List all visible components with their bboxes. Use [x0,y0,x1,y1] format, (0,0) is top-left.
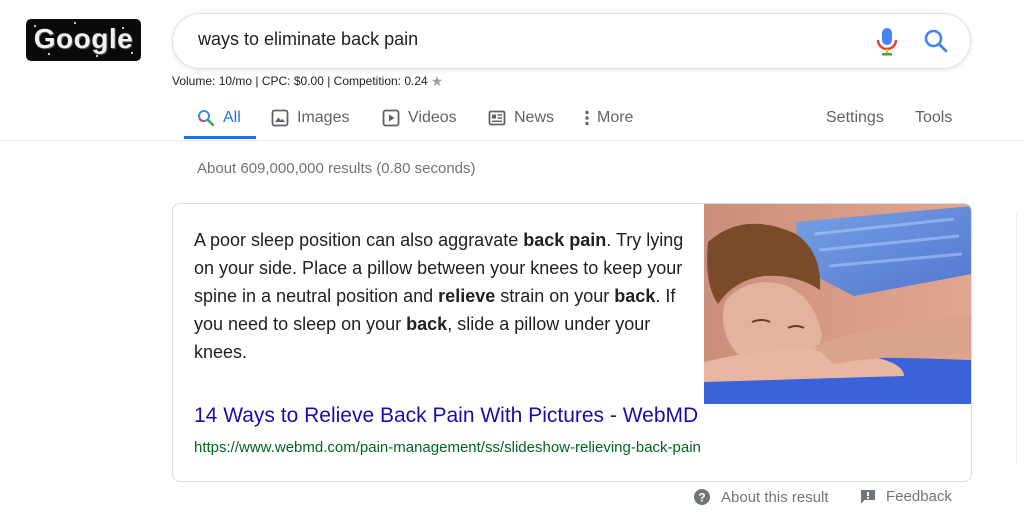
svg-text:?: ? [698,490,705,504]
header-divider [0,140,1024,141]
tab-all[interactable]: All [197,96,241,140]
google-doodle-logo[interactable]: Google [26,19,141,61]
search-input[interactable] [198,29,838,50]
logo-text: Google [33,23,134,54]
feedback-icon [860,489,876,505]
result-url[interactable]: https://www.webmd.com/pain-management/ss… [194,439,701,456]
active-tab-indicator [184,136,256,139]
tab-videos[interactable]: Videos [382,96,457,140]
feedback-label: Feedback [886,488,952,505]
keyword-stats: Volume: 10/mo | CPC: $0.00 | Competition… [172,73,443,90]
search-icon [197,109,215,127]
snippet-text: A poor sleep position can also aggravate… [194,226,684,366]
snippet-text-bold: back pain [523,230,607,250]
snippet-text-bold: back [406,314,448,334]
play-icon [382,109,400,127]
right-panel-border [1016,213,1017,463]
more-vert-icon [584,109,590,127]
tab-label: News [514,109,555,126]
about-label: About this result [721,488,829,506]
tab-label: Settings [826,109,884,126]
snippet-text-part: strain on your [495,286,615,306]
snippet-text-part: A poor sleep position can also aggravate [194,230,524,250]
feedback-link[interactable]: Feedback [860,488,952,505]
newspaper-icon [488,109,506,127]
image-icon [271,109,289,127]
snippet-text-bold: back [614,286,656,306]
featured-snippet-card: A poor sleep position can also aggravate… [172,203,972,482]
tab-label: More [597,109,634,126]
tab-images[interactable]: Images [271,96,349,140]
result-stats: About 609,000,000 results (0.80 seconds) [197,160,476,177]
search-box[interactable] [172,13,971,69]
snippet-image[interactable] [704,204,971,404]
search-tabs: All Images Videos News More Settings Too… [0,96,1024,140]
snippet-text-bold: relieve [438,286,496,306]
star-icon[interactable]: ★ [431,73,444,89]
tab-more[interactable]: More [584,96,633,140]
microphone-icon[interactable] [876,27,898,57]
tab-tools[interactable]: Tools [915,96,952,140]
tab-label: Images [297,109,350,126]
tab-label: Videos [408,109,457,126]
search-submit-icon[interactable] [923,28,949,54]
tab-news[interactable]: News [488,96,554,140]
about-this-result-link[interactable]: ? About this result [693,488,829,506]
tab-label: Tools [915,109,953,126]
keyword-stats-text: Volume: 10/mo | CPC: $0.00 | Competition… [172,74,428,88]
help-circle-icon: ? [693,488,711,506]
tab-settings[interactable]: Settings [826,96,884,140]
result-title-link[interactable]: 14 Ways to Relieve Back Pain With Pictur… [194,404,698,428]
tab-label: All [223,109,241,126]
